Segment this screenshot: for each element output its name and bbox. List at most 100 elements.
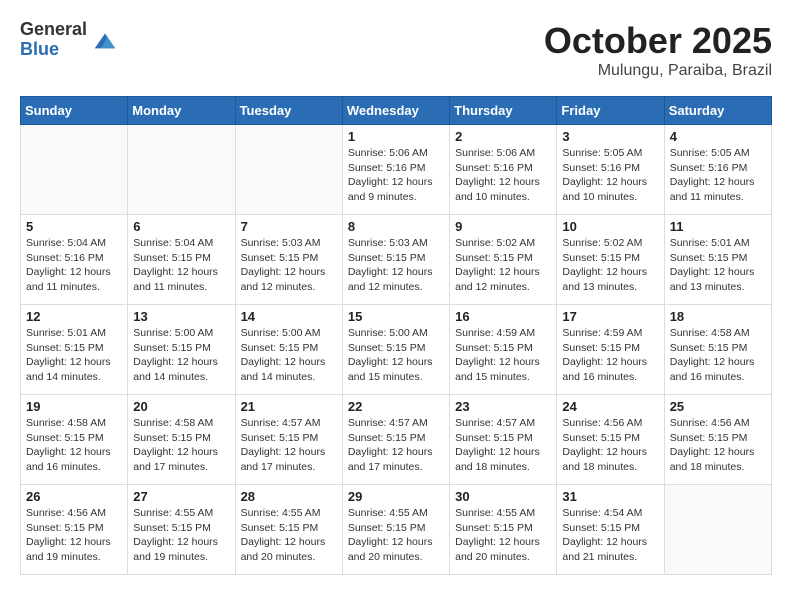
calendar-cell: 20 Sunrise: 4:58 AM Sunset: 5:15 PM Dayli… (128, 395, 235, 485)
day-info: Sunrise: 4:56 AM Sunset: 5:15 PM Dayligh… (562, 416, 658, 475)
day-info: Sunrise: 4:59 AM Sunset: 5:15 PM Dayligh… (562, 326, 658, 385)
calendar-cell (128, 125, 235, 215)
week-row-3: 12 Sunrise: 5:01 AM Sunset: 5:15 PM Dayli… (21, 305, 772, 395)
day-info: Sunrise: 5:02 AM Sunset: 5:15 PM Dayligh… (455, 236, 551, 295)
day-number: 26 (26, 489, 122, 504)
day-number: 20 (133, 399, 229, 414)
day-info: Sunrise: 4:57 AM Sunset: 5:15 PM Dayligh… (241, 416, 337, 475)
title-section: October 2025 Mulungu, Paraiba, Brazil (544, 20, 772, 80)
day-number: 28 (241, 489, 337, 504)
weekday-header-wednesday: Wednesday (342, 97, 449, 125)
calendar-table: SundayMondayTuesdayWednesdayThursdayFrid… (20, 96, 772, 575)
location: Mulungu, Paraiba, Brazil (544, 62, 772, 80)
day-info: Sunrise: 5:01 AM Sunset: 5:15 PM Dayligh… (26, 326, 122, 385)
day-info: Sunrise: 4:56 AM Sunset: 5:15 PM Dayligh… (26, 506, 122, 565)
day-info: Sunrise: 4:59 AM Sunset: 5:15 PM Dayligh… (455, 326, 551, 385)
day-info: Sunrise: 5:01 AM Sunset: 5:15 PM Dayligh… (670, 236, 766, 295)
calendar-cell: 19Sunrise: 4:58 AM Sunset: 5:15 PM Dayli… (21, 395, 128, 485)
logo-general-text: General (20, 20, 87, 40)
day-info: Sunrise: 5:00 AM Sunset: 5:15 PM Dayligh… (241, 326, 337, 385)
calendar-cell: 21Sunrise: 4:57 AM Sunset: 5:15 PM Dayli… (235, 395, 342, 485)
calendar-cell: 25 Sunrise: 4:56 AM Sunset: 5:15 PM Dayli… (664, 395, 771, 485)
calendar-cell: 28 Sunrise: 4:55 AM Sunset: 5:15 PM Dayli… (235, 485, 342, 575)
day-info: Sunrise: 5:03 AM Sunset: 5:15 PM Dayligh… (241, 236, 337, 295)
day-info: Sunrise: 5:00 AM Sunset: 5:15 PM Dayligh… (348, 326, 444, 385)
day-number: 1 (348, 129, 444, 144)
day-info: Sunrise: 4:56 AM Sunset: 5:15 PM Dayligh… (670, 416, 766, 475)
calendar-cell: 27Sunrise: 4:55 AM Sunset: 5:15 PM Dayli… (128, 485, 235, 575)
day-info: Sunrise: 4:57 AM Sunset: 5:15 PM Dayligh… (348, 416, 444, 475)
calendar-cell: 29Sunrise: 4:55 AM Sunset: 5:15 PM Dayli… (342, 485, 449, 575)
weekday-header-thursday: Thursday (450, 97, 557, 125)
day-number: 2 (455, 129, 551, 144)
day-number: 17 (562, 309, 658, 324)
day-number: 11 (670, 219, 766, 234)
day-number: 6 (133, 219, 229, 234)
day-number: 10 (562, 219, 658, 234)
calendar-cell: 3Sunrise: 5:05 AM Sunset: 5:16 PM Daylig… (557, 125, 664, 215)
day-info: Sunrise: 5:00 AM Sunset: 5:15 PM Dayligh… (133, 326, 229, 385)
day-number: 22 (348, 399, 444, 414)
calendar-cell: 7 Sunrise: 5:03 AM Sunset: 5:15 PM Daylig… (235, 215, 342, 305)
day-number: 27 (133, 489, 229, 504)
calendar-cell: 13 Sunrise: 5:00 AM Sunset: 5:15 PM Dayli… (128, 305, 235, 395)
day-number: 7 (241, 219, 337, 234)
day-number: 29 (348, 489, 444, 504)
day-info: Sunrise: 5:04 AM Sunset: 5:16 PM Dayligh… (26, 236, 122, 295)
day-info: Sunrise: 5:06 AM Sunset: 5:16 PM Dayligh… (348, 146, 444, 205)
weekday-header-sunday: Sunday (21, 97, 128, 125)
calendar-cell: 23 Sunrise: 4:57 AM Sunset: 5:15 PM Dayli… (450, 395, 557, 485)
day-number: 12 (26, 309, 122, 324)
day-number: 18 (670, 309, 766, 324)
logo: General Blue (20, 20, 119, 60)
day-number: 31 (562, 489, 658, 504)
day-info: Sunrise: 5:03 AM Sunset: 5:15 PM Dayligh… (348, 236, 444, 295)
day-number: 13 (133, 309, 229, 324)
day-info: Sunrise: 4:58 AM Sunset: 5:15 PM Dayligh… (26, 416, 122, 475)
calendar-cell: 10 Sunrise: 5:02 AM Sunset: 5:15 PM Dayli… (557, 215, 664, 305)
day-info: Sunrise: 4:58 AM Sunset: 5:15 PM Dayligh… (670, 326, 766, 385)
calendar-cell (21, 125, 128, 215)
week-row-4: 19Sunrise: 4:58 AM Sunset: 5:15 PM Dayli… (21, 395, 772, 485)
weekday-header-tuesday: Tuesday (235, 97, 342, 125)
weekday-header-saturday: Saturday (664, 97, 771, 125)
day-number: 9 (455, 219, 551, 234)
day-info: Sunrise: 4:55 AM Sunset: 5:15 PM Dayligh… (455, 506, 551, 565)
day-info: Sunrise: 5:02 AM Sunset: 5:15 PM Dayligh… (562, 236, 658, 295)
day-info: Sunrise: 4:55 AM Sunset: 5:15 PM Dayligh… (241, 506, 337, 565)
week-row-5: 26 Sunrise: 4:56 AM Sunset: 5:15 PM Dayli… (21, 485, 772, 575)
calendar-cell: 26 Sunrise: 4:56 AM Sunset: 5:15 PM Dayli… (21, 485, 128, 575)
day-info: Sunrise: 5:05 AM Sunset: 5:16 PM Dayligh… (670, 146, 766, 205)
day-number: 4 (670, 129, 766, 144)
calendar-cell: 17 Sunrise: 4:59 AM Sunset: 5:15 PM Dayli… (557, 305, 664, 395)
day-info: Sunrise: 4:57 AM Sunset: 5:15 PM Dayligh… (455, 416, 551, 475)
day-info: Sunrise: 5:06 AM Sunset: 5:16 PM Dayligh… (455, 146, 551, 205)
calendar-cell: 24 Sunrise: 4:56 AM Sunset: 5:15 PM Dayli… (557, 395, 664, 485)
month-title: October 2025 (544, 20, 772, 62)
calendar-cell: 12 Sunrise: 5:01 AM Sunset: 5:15 PM Dayli… (21, 305, 128, 395)
weekday-header-friday: Friday (557, 97, 664, 125)
day-info: Sunrise: 4:54 AM Sunset: 5:15 PM Dayligh… (562, 506, 658, 565)
calendar-cell: 9 Sunrise: 5:02 AM Sunset: 5:15 PM Daylig… (450, 215, 557, 305)
calendar-cell: 2 Sunrise: 5:06 AM Sunset: 5:16 PM Daylig… (450, 125, 557, 215)
calendar-cell: 5Sunrise: 5:04 AM Sunset: 5:16 PM Daylig… (21, 215, 128, 305)
day-info: Sunrise: 5:05 AM Sunset: 5:16 PM Dayligh… (562, 146, 658, 205)
week-row-1: 1 Sunrise: 5:06 AM Sunset: 5:16 PM Daylig… (21, 125, 772, 215)
day-number: 8 (348, 219, 444, 234)
calendar-cell: 4 Sunrise: 5:05 AM Sunset: 5:16 PM Daylig… (664, 125, 771, 215)
calendar-cell: 18 Sunrise: 4:58 AM Sunset: 5:15 PM Dayli… (664, 305, 771, 395)
day-info: Sunrise: 4:58 AM Sunset: 5:15 PM Dayligh… (133, 416, 229, 475)
calendar-cell: 30 Sunrise: 4:55 AM Sunset: 5:15 PM Dayli… (450, 485, 557, 575)
calendar-cell: 6Sunrise: 5:04 AM Sunset: 5:15 PM Daylig… (128, 215, 235, 305)
day-number: 15 (348, 309, 444, 324)
day-number: 25 (670, 399, 766, 414)
logo-blue-text: Blue (20, 40, 87, 60)
calendar-cell: 31 Sunrise: 4:54 AM Sunset: 5:15 PM Dayli… (557, 485, 664, 575)
calendar-cell: 22 Sunrise: 4:57 AM Sunset: 5:15 PM Dayli… (342, 395, 449, 485)
weekday-header-row: SundayMondayTuesdayWednesdayThursdayFrid… (21, 97, 772, 125)
calendar-cell: 11 Sunrise: 5:01 AM Sunset: 5:15 PM Dayli… (664, 215, 771, 305)
day-number: 24 (562, 399, 658, 414)
day-number: 30 (455, 489, 551, 504)
day-number: 23 (455, 399, 551, 414)
calendar-cell: 1 Sunrise: 5:06 AM Sunset: 5:16 PM Daylig… (342, 125, 449, 215)
